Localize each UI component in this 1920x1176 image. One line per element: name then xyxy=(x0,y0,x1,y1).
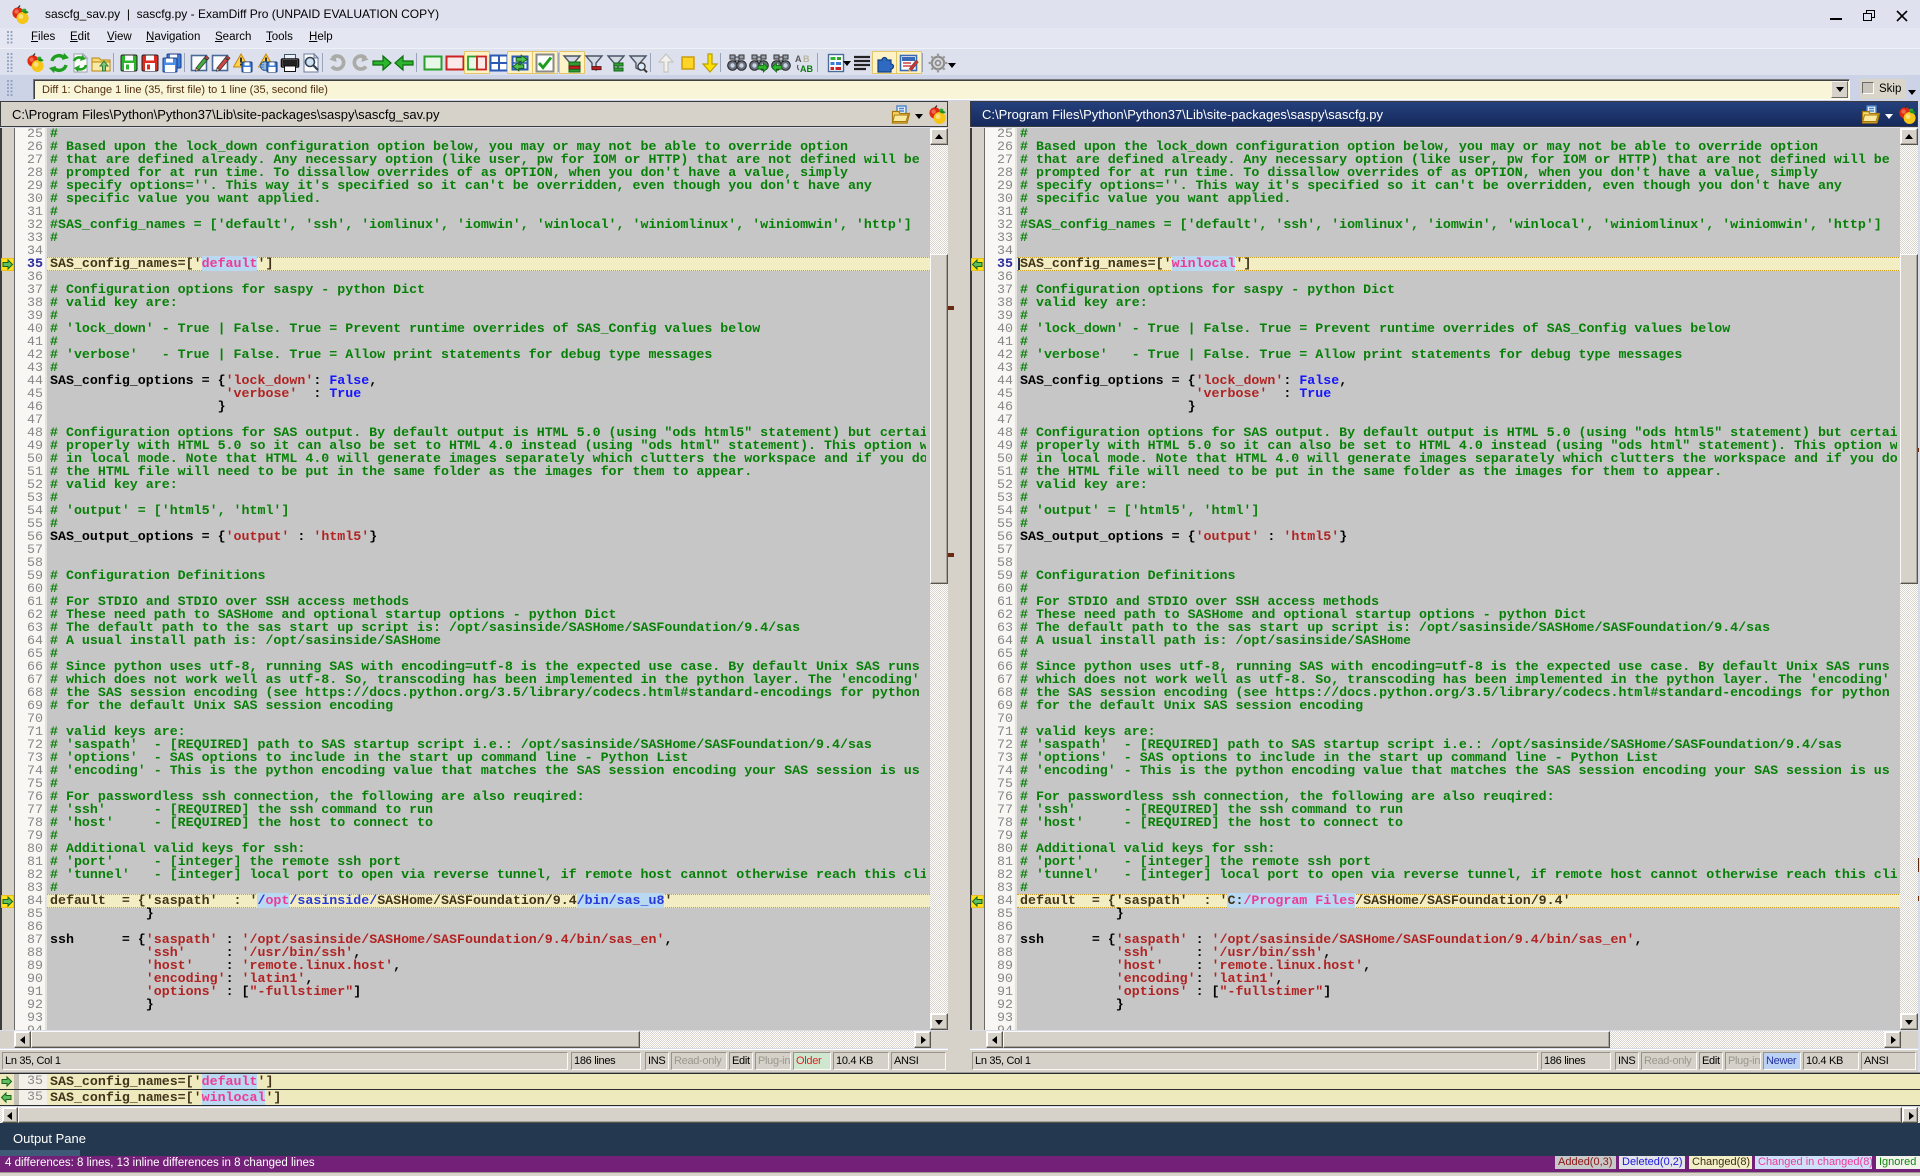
svg-text:B: B xyxy=(803,54,810,64)
svg-text:A: A xyxy=(795,54,802,64)
svg-text:AB: AB xyxy=(800,64,813,73)
